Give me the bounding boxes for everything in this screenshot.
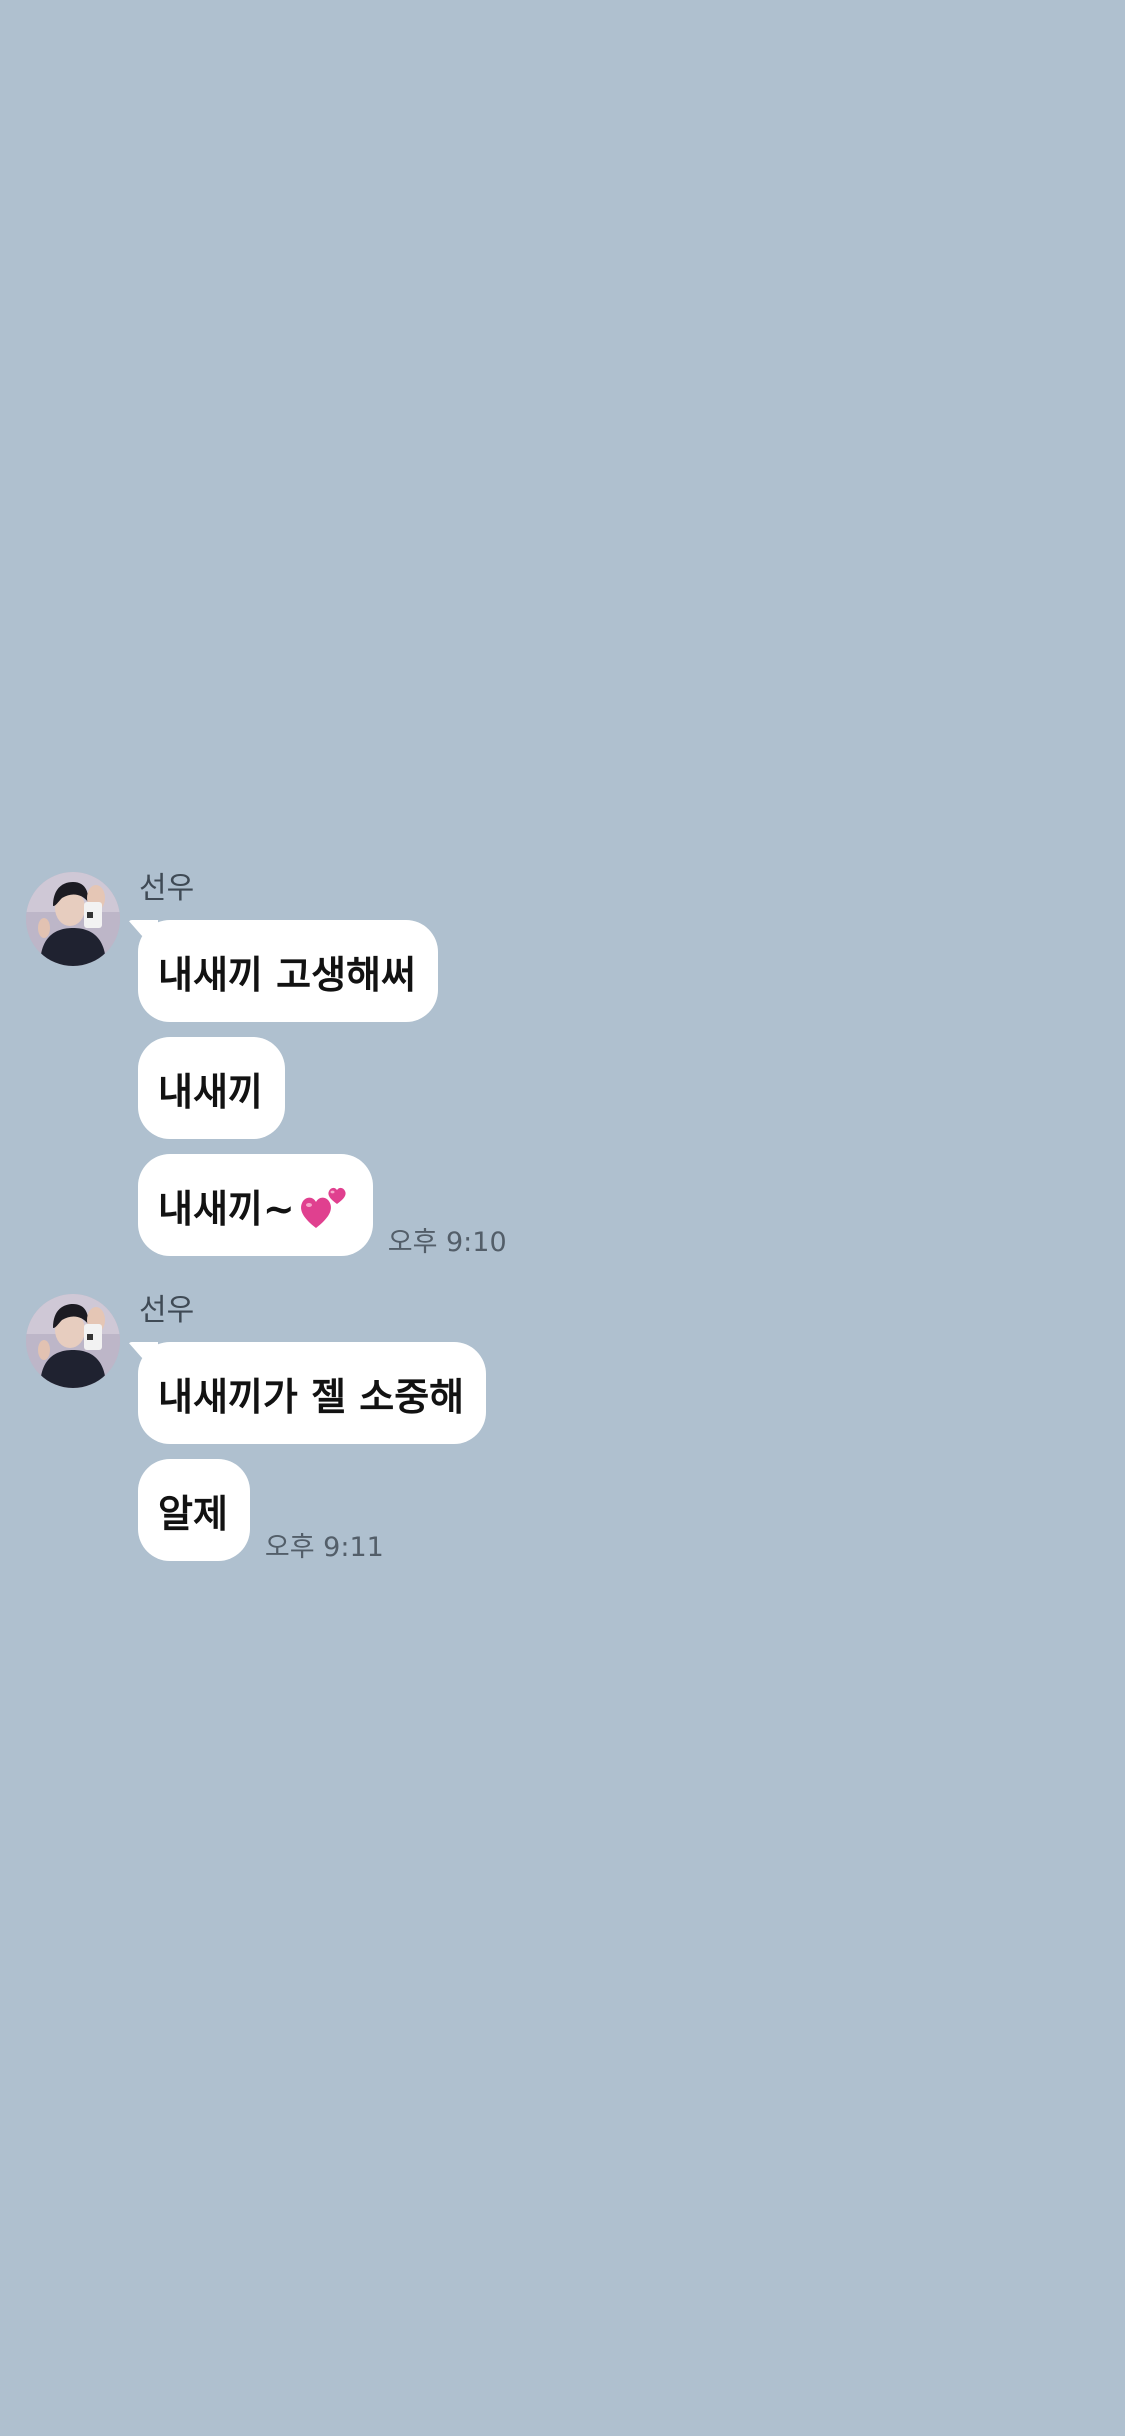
message-row: 알제 오후 9:11 [138, 1459, 384, 1561]
sender-name: 선우 [139, 871, 195, 906]
message-group: 선우 내새끼 고생해써 내새끼 내새끼~ 오후 9:10 [0, 872, 1125, 1262]
message-row: 내새끼 고생해써 [138, 920, 438, 1022]
message-group: 선우 내새끼가 젤 소중해 알제 오후 9:11 [0, 1294, 1125, 1564]
message-timestamp: 오후 9:11 [264, 1532, 384, 1563]
message-bubble[interactable]: 내새끼 [138, 1037, 285, 1139]
message-row: 내새끼~ 오후 9:10 [138, 1154, 507, 1256]
message-bubble[interactable]: 알제 [138, 1459, 250, 1561]
message-text: 내새끼~ [158, 1186, 295, 1231]
message-row: 내새끼가 젤 소중해 [138, 1342, 487, 1444]
message-bubble[interactable]: 내새끼가 젤 소중해 [138, 1342, 487, 1444]
avatar-photo-icon [26, 872, 120, 966]
message-row: 내새끼 [138, 1037, 285, 1139]
message-text: 내새끼 고생해써 [158, 952, 416, 997]
sender-name: 선우 [139, 1293, 195, 1328]
message-text: 알제 [158, 1491, 228, 1536]
chat-message-list[interactable]: 선우 내새끼 고생해써 내새끼 내새끼~ 오후 9:10 선우 내새끼가 젤 소… [0, 0, 1125, 2436]
message-bubble[interactable]: 내새끼~ [138, 1154, 373, 1256]
message-bubble[interactable]: 내새끼 고생해써 [138, 920, 438, 1022]
sender-avatar[interactable] [26, 872, 120, 966]
two-hearts-icon [299, 1182, 351, 1232]
message-text: 내새끼 [158, 1069, 263, 1114]
message-text: 내새끼가 젤 소중해 [158, 1374, 465, 1419]
message-timestamp: 오후 9:10 [387, 1227, 507, 1258]
avatar-photo-icon [26, 1294, 120, 1388]
sender-avatar[interactable] [26, 1294, 120, 1388]
